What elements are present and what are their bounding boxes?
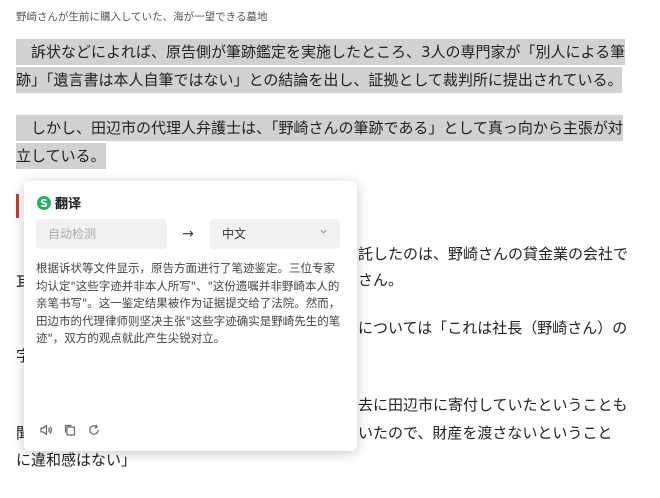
selected-text-line: 訴状などによれば、原告側が筆跡鑑定を実施したところ、3人の専門家が「別人による筆	[16, 39, 626, 65]
popup-title: 翻译	[55, 197, 82, 212]
partial-text: いたので、財産を渡さないということ	[358, 424, 613, 442]
selected-text-line: 立している。	[16, 143, 106, 169]
refresh-icon[interactable]	[87, 422, 101, 436]
selected-text-line: しかし、田辺市の代理人弁護士は、「野崎さんの筆跡である」として真っ向から主張が対	[16, 115, 623, 141]
translation-result-text: 根据诉状等文件显示，原告方面进行了笔迹鉴定。三位专家均认定"这些字迹并非本人所写…	[36, 261, 341, 345]
translation-popup: 翻译 自动检测 → 中文 根据诉状等文件显示，原告方面进行了笔迹鉴定。三位专家均…	[24, 181, 357, 451]
source-language-select[interactable]: 自动检测	[36, 219, 167, 249]
popup-toolbar	[39, 422, 101, 436]
target-language-select[interactable]: 中文	[210, 219, 340, 249]
target-language-label: 中文	[222, 227, 247, 241]
partial-text: 去に田辺市に寄付していたということも	[358, 396, 628, 414]
partial-text: さん。	[358, 271, 404, 289]
section-marker	[16, 194, 19, 218]
selected-text-line: 跡」「遺言書は本人自筆ではない」との結論を出し、証拠として裁判所に提出されている…	[16, 67, 623, 93]
arrow-right-icon: →	[182, 226, 194, 242]
chevron-down-icon	[319, 219, 328, 249]
translate-logo-icon	[37, 195, 51, 210]
article-paragraph-1: 訴状などによれば、原告側が筆跡鑑定を実施したところ、3人の専門家が「別人による筆…	[16, 38, 644, 94]
article-paragraph-2: しかし、田辺市の代理人弁護士は、「野崎さんの筆跡である」として真っ向から主張が対…	[16, 114, 644, 170]
popup-header: 翻译	[37, 193, 81, 212]
image-caption: 野崎さんが生前に購入していた、海が一望できる墓地	[16, 11, 268, 23]
partial-text: 託したのは、野崎さんの貸金業の会社で	[358, 245, 629, 263]
copy-icon[interactable]	[63, 422, 77, 436]
speaker-icon[interactable]	[39, 422, 53, 436]
partial-text: については「これは社長（野崎さん）の	[358, 319, 628, 337]
